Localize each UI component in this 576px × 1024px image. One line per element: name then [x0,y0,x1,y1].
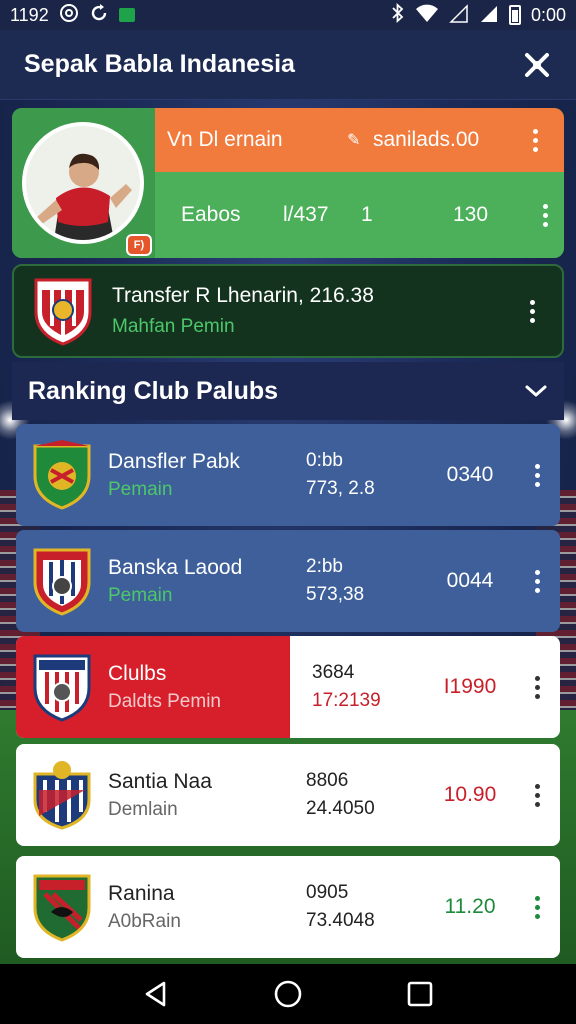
back-icon [145,981,166,1007]
club-name: Clulbs [108,661,167,685]
player-badge: F) [126,234,152,256]
club-subtitle: Daldts Pemin [108,690,221,712]
club-stat-1: 3684 [312,662,355,683]
club-subtitle: Demlain [108,798,178,820]
club-score: I1990 [443,675,497,698]
club-stat-2: 773, 2.8 [306,478,375,499]
club-subtitle: Pemain [108,478,173,500]
club-stat-2: 573,38 [306,584,365,605]
club-score: 10.90 [443,783,497,806]
transfer-card[interactable]: Transfer R Lhenarin, 216.38 Mahfan Pemin [12,264,564,358]
status-time: 1192 [10,4,49,25]
signal-icon [479,3,499,28]
club-score: 0340 [446,463,494,486]
player-stat-1: l/437 [283,203,329,226]
club-crest-icon [33,548,91,616]
club-menu-button[interactable] [525,892,549,922]
club-row[interactable]: Dansfler Pabk Pemain 0:bb 773, 2.8 0340 [16,424,560,526]
battery-icon [508,5,521,25]
recents-icon [407,981,433,1007]
player-stat-2: 1 [361,203,373,226]
player-stat-label: Eabos [181,203,241,226]
player-card[interactable]: Vn Dl ernain ✎ sanilads.00 Eabos l/437 1… [12,108,564,258]
tag-icon: ✎ [347,132,361,149]
player-menu-button[interactable] [523,125,547,155]
club-crest [16,546,108,616]
transfer-crest [14,276,112,346]
club-name: Banska Laood [108,555,243,579]
page-title: Sepak Babla Indanesia [24,50,295,78]
transfer-subtitle: Mahfan Pemin [112,316,235,337]
club-name: Santia Naa [108,769,212,793]
signal-weak-icon [449,3,469,28]
club-stat-1: 0:bb [306,450,343,471]
app-bar: Sepak Babla Indanesia [0,30,576,100]
notification-icon [118,8,135,22]
club-row[interactable]: Santia Naa Demlain 8806 24.4050 10.90 [16,744,560,846]
club-menu-button[interactable] [525,460,549,490]
sync-icon [89,3,109,28]
ranking-header[interactable]: Ranking Club Palubs [12,362,564,420]
club-crest-icon [33,761,91,830]
at-sign-icon [59,3,79,28]
club-crest [16,440,108,510]
club-row[interactable]: Ranina A0bRain 0905 73.4048 11.20 [16,856,560,958]
stats-menu-button[interactable] [533,200,557,230]
close-icon [525,52,549,77]
club-stat-1: 8806 [306,770,349,791]
club-name: Ranina [108,881,175,905]
chevron-down-icon[interactable] [524,383,548,399]
club-subtitle: A0bRain [108,910,181,932]
club-subtitle: Pemain [108,584,173,606]
club-row[interactable]: Clulbs Daldts Pemin 3684 17:2139 I1990 [16,636,560,738]
club-name: Dansfler Pabk [108,449,240,473]
navigation-bar [0,964,576,1024]
club-score: 11.20 [444,895,496,918]
ranking-title: Ranking Club Palubs [28,376,279,405]
club-crest-icon [33,654,91,722]
player-stats-row: Eabos l/437 1 130 [155,172,564,258]
club-stat-2: 73.4048 [306,910,375,931]
club-crest-icon [34,278,92,346]
club-stat-1: 2:bb [306,556,343,577]
transfer-title: Transfer R Lhenarin, 216.38 [112,284,374,307]
player-name: Vn Dl ernain [167,128,283,151]
home-button[interactable] [268,974,308,1014]
status-bar: 1192 0:00 [0,0,576,30]
club-crest [16,652,108,722]
status-clock: 0:00 [530,4,566,25]
home-icon [274,980,302,1008]
back-button[interactable] [136,974,176,1014]
player-stat-3: 130 [453,203,489,226]
player-header-row: Vn Dl ernain ✎ sanilads.00 [155,108,564,172]
club-menu-button[interactable] [525,780,549,810]
recents-button[interactable] [400,974,440,1014]
close-button[interactable] [522,50,552,80]
wifi-icon [415,3,439,28]
club-crest [16,872,108,942]
club-stat-2: 17:2139 [312,690,381,711]
player-value: sanilads.00 [373,128,480,151]
player-avatar[interactable] [22,122,144,244]
bluetooth-icon [391,2,405,28]
transfer-menu-button[interactable] [520,296,544,326]
club-row[interactable]: Banska Laood Pemain 2:bb 573,38 0044 [16,530,560,632]
club-score: 0044 [446,569,494,592]
club-menu-button[interactable] [525,672,549,702]
club-crest-icon [33,440,91,510]
club-stat-2: 24.4050 [306,798,375,819]
club-stat-1: 0905 [306,882,349,903]
club-menu-button[interactable] [525,566,549,596]
club-crest-icon [33,874,91,942]
club-crest [16,760,108,830]
